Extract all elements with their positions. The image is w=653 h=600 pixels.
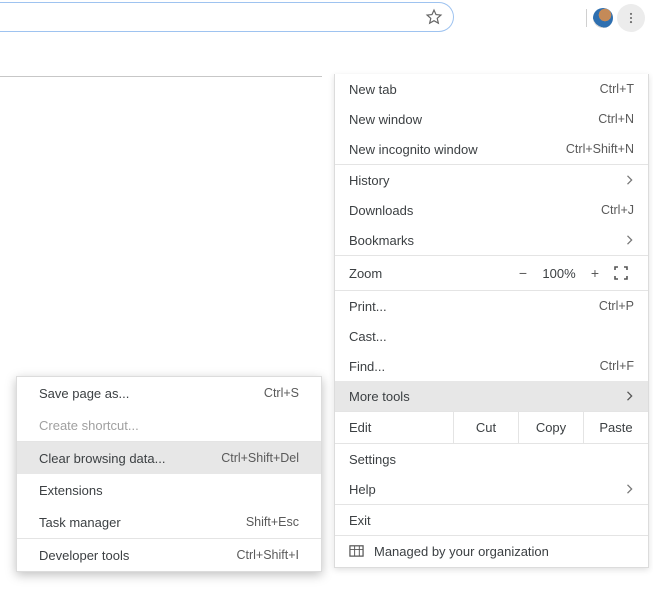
submenu-save-page[interactable]: Save page as... Ctrl+S — [17, 377, 321, 409]
submenu-task-manager[interactable]: Task manager Shift+Esc — [17, 506, 321, 538]
menu-label: Settings — [349, 452, 634, 467]
more-tools-submenu: Save page as... Ctrl+S Create shortcut..… — [16, 376, 322, 572]
menu-new-window[interactable]: New window Ctrl+N — [335, 104, 648, 134]
chrome-main-menu: New tab Ctrl+T New window Ctrl+N New inc… — [334, 74, 649, 568]
menu-zoom-row: Zoom − 100% + — [335, 256, 648, 290]
chevron-right-icon — [620, 175, 634, 185]
menu-cast[interactable]: Cast... — [335, 321, 648, 351]
menu-label: New tab — [349, 82, 600, 97]
managed-by-org-row[interactable]: Managed by your organization — [335, 535, 648, 567]
menu-label: Downloads — [349, 203, 601, 218]
profile-avatar[interactable] — [593, 8, 613, 28]
address-bar[interactable] — [0, 2, 454, 32]
organization-icon — [349, 543, 364, 561]
menu-label: Bookmarks — [349, 233, 620, 248]
submenu-shortcut: Ctrl+S — [264, 386, 299, 400]
submenu-label: Save page as... — [39, 386, 264, 401]
menu-shortcut: Ctrl+F — [600, 359, 634, 373]
submenu-label: Developer tools — [39, 548, 236, 563]
chevron-right-icon — [620, 484, 634, 494]
menu-shortcut: Ctrl+N — [598, 112, 634, 126]
menu-label: Find... — [349, 359, 600, 374]
submenu-shortcut: Shift+Esc — [246, 515, 299, 529]
menu-settings[interactable]: Settings — [335, 444, 648, 474]
submenu-label: Create shortcut... — [39, 418, 299, 433]
menu-label: Print... — [349, 299, 599, 314]
submenu-clear-browsing-data[interactable]: Clear browsing data... Ctrl+Shift+Del — [17, 442, 321, 474]
menu-shortcut: Ctrl+T — [600, 82, 634, 96]
submenu-developer-tools[interactable]: Developer tools Ctrl+Shift+I — [17, 539, 321, 571]
submenu-label: Extensions — [39, 483, 299, 498]
menu-incognito[interactable]: New incognito window Ctrl+Shift+N — [335, 134, 648, 164]
managed-label: Managed by your organization — [374, 544, 549, 559]
zoom-value: 100% — [536, 266, 582, 281]
menu-label: Help — [349, 482, 620, 497]
menu-downloads[interactable]: Downloads Ctrl+J — [335, 195, 648, 225]
menu-shortcut: Ctrl+J — [601, 203, 634, 217]
submenu-shortcut: Ctrl+Shift+I — [236, 548, 299, 562]
menu-more-tools[interactable]: More tools — [335, 381, 648, 411]
menu-bookmarks[interactable]: Bookmarks — [335, 225, 648, 255]
submenu-shortcut: Ctrl+Shift+Del — [221, 451, 299, 465]
main-menu-button[interactable] — [617, 4, 645, 32]
menu-label: Zoom — [349, 266, 510, 281]
edit-paste-button[interactable]: Paste — [583, 412, 648, 443]
menu-new-tab[interactable]: New tab Ctrl+T — [335, 74, 648, 104]
edit-cut-button[interactable]: Cut — [453, 412, 518, 443]
menu-shortcut: Ctrl+P — [599, 299, 634, 313]
menu-find[interactable]: Find... Ctrl+F — [335, 351, 648, 381]
menu-label: New incognito window — [349, 142, 566, 157]
zoom-out-button[interactable]: − — [510, 265, 536, 281]
menu-shortcut: Ctrl+Shift+N — [566, 142, 634, 156]
menu-label: Edit — [335, 420, 453, 435]
menu-label: Cast... — [349, 329, 634, 344]
submenu-extensions[interactable]: Extensions — [17, 474, 321, 506]
menu-print[interactable]: Print... Ctrl+P — [335, 291, 648, 321]
menu-label: Exit — [349, 513, 634, 528]
menu-label: More tools — [349, 389, 620, 404]
submenu-label: Task manager — [39, 515, 246, 530]
menu-label: History — [349, 173, 620, 188]
menu-history[interactable]: History — [335, 165, 648, 195]
bookmark-star-icon[interactable] — [425, 8, 443, 26]
menu-label: New window — [349, 112, 598, 127]
content-divider — [0, 76, 322, 77]
fullscreen-button[interactable] — [608, 266, 634, 280]
kebab-icon — [624, 11, 638, 25]
edit-copy-button[interactable]: Copy — [518, 412, 583, 443]
menu-edit-row: Edit Cut Copy Paste — [335, 412, 648, 444]
submenu-label: Clear browsing data... — [39, 451, 221, 466]
menu-exit[interactable]: Exit — [335, 505, 648, 535]
browser-top-chrome — [0, 0, 653, 36]
fullscreen-icon — [614, 266, 628, 280]
submenu-create-shortcut[interactable]: Create shortcut... — [17, 409, 321, 441]
chevron-right-icon — [620, 235, 634, 245]
zoom-in-button[interactable]: + — [582, 265, 608, 281]
toolbar-divider — [586, 9, 587, 27]
chevron-right-icon — [620, 391, 634, 401]
menu-help[interactable]: Help — [335, 474, 648, 504]
